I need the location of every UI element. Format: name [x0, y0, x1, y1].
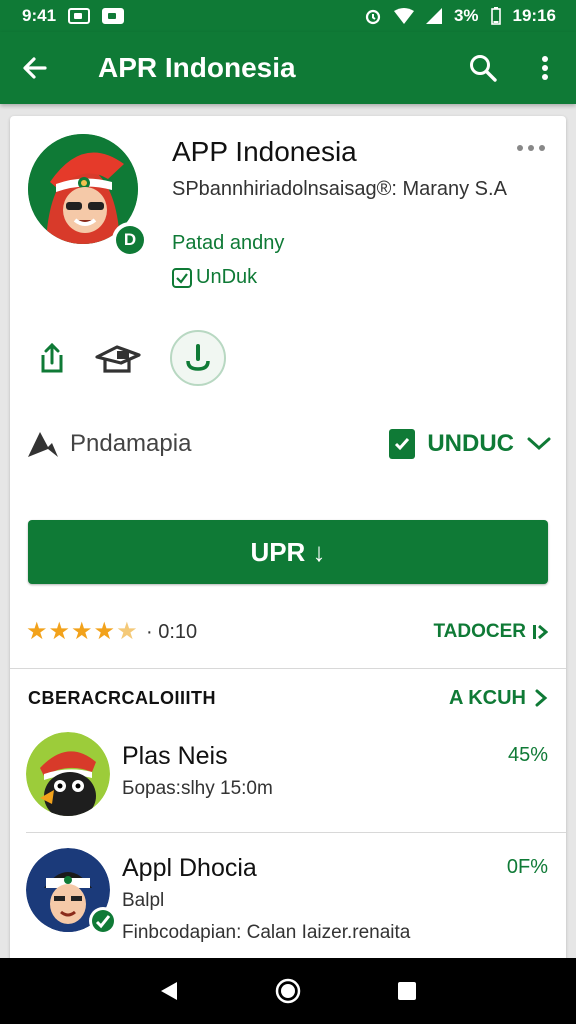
- nav-recents-button[interactable]: [387, 971, 427, 1011]
- message-icon: [102, 8, 125, 24]
- chevron-right-icon: [535, 689, 548, 707]
- unduc-dropdown[interactable]: UNDUC: [389, 429, 552, 459]
- section-header: CBERACRCALOIIITH A KCUH: [10, 678, 566, 718]
- list-item-percent: 0F%: [506, 856, 548, 878]
- rating-stars: ★ ★ ★ ★ ★: [26, 620, 138, 644]
- divider: [10, 668, 566, 669]
- divider: [26, 832, 566, 833]
- system-nav-bar: [0, 958, 576, 1024]
- more-vert-icon: [542, 56, 548, 80]
- list-item-name: Appl Dhocia: [122, 854, 257, 882]
- app-category[interactable]: Patad andny: [172, 232, 284, 255]
- list-item[interactable]: Appl Dhocia Balpl Finbcodapian: Calan Ia…: [10, 840, 566, 966]
- battery-icon: [490, 7, 501, 25]
- chevron-right-icon: [533, 624, 548, 640]
- star-icon: ★: [93, 618, 116, 645]
- publisher-name: Pndamapia: [70, 430, 192, 457]
- share-button[interactable]: [26, 332, 78, 384]
- card-more-button[interactable]: [514, 138, 548, 158]
- unduk-label: UnDuk: [196, 266, 258, 288]
- install-button[interactable]: UPR ↓: [28, 520, 548, 584]
- notification-icon: [68, 8, 91, 24]
- rating-row: ★ ★ ★ ★ ★ · 0:10 TADOCER: [10, 612, 566, 652]
- star-icon: ★: [116, 618, 138, 645]
- star-icon: ★: [71, 618, 93, 645]
- publisher-icon: [28, 432, 58, 457]
- publisher-row: Pndamapia UNDUC: [10, 416, 566, 472]
- unduk-tag[interactable]: UnDuk: [172, 266, 257, 289]
- star-icon: ★: [48, 618, 71, 645]
- reviews-link[interactable]: TADOCER: [433, 621, 548, 643]
- status-time-left: 9:41: [22, 6, 57, 25]
- app-icon-badge: D: [112, 222, 148, 258]
- more-horiz-icon: [517, 145, 545, 151]
- status-bar: 9:41 3% 19:16: [0, 0, 576, 32]
- list-item[interactable]: Plas Neis Бораs:slhy 15:0m 45%: [10, 728, 566, 832]
- unduc-label: UNDUC: [427, 430, 514, 457]
- share-icon: [41, 342, 63, 373]
- verified-badge-icon: [389, 429, 416, 459]
- search-button[interactable]: [452, 32, 514, 104]
- app-name: APP Indonesia: [172, 136, 357, 167]
- app-details-card: D APP Indonesia SPbannhiriadolnsaisag®: …: [10, 116, 566, 966]
- back-button[interactable]: [0, 32, 70, 104]
- more-options-button[interactable]: [514, 32, 576, 104]
- status-right: 3% 19:16: [364, 6, 556, 26]
- actions-row: [10, 326, 566, 390]
- app-bar: APR Indonesia: [0, 32, 576, 104]
- app-bar-title: APR Indonesia: [98, 52, 296, 83]
- publisher-info[interactable]: Pndamapia: [26, 429, 191, 459]
- badge-letter: D: [116, 226, 144, 254]
- unduk-icon: [172, 267, 192, 288]
- app-avatar-icon: [26, 732, 110, 816]
- status-left: 9:41: [22, 6, 125, 26]
- list-item-name: Plas Neis: [122, 742, 228, 770]
- alarm-icon: [365, 9, 381, 25]
- nav-home-button[interactable]: [268, 971, 308, 1011]
- signal-icon: [425, 8, 442, 24]
- list-item-icon: [26, 732, 110, 816]
- section-title: CBERACRCALOIIITH: [28, 687, 216, 708]
- section-link-label: A KCUH: [448, 686, 526, 709]
- nav-recents-icon: [397, 982, 416, 1000]
- download-icon: [186, 344, 210, 371]
- app-developer[interactable]: SPbannhiriadolnsaisag®: Marany S.A: [172, 176, 512, 202]
- search-icon: [470, 55, 497, 82]
- wishlist-icon: [95, 345, 141, 373]
- wishlist-button[interactable]: [92, 332, 144, 384]
- nav-back-icon: [161, 982, 178, 1000]
- quick-install-button[interactable]: [170, 330, 226, 386]
- star-icon: ★: [26, 618, 48, 645]
- rating-value: · 0:10: [146, 620, 198, 643]
- arrow-back-icon: [23, 57, 47, 79]
- list-item-percent: 45%: [507, 744, 548, 766]
- app-header: D APP Indonesia SPbannhiriadolnsaisag®: …: [10, 116, 566, 316]
- reviews-link-label: TADOCER: [433, 621, 526, 642]
- chevron-down-icon: [527, 437, 551, 451]
- wifi-icon: [393, 8, 414, 24]
- status-time-right: 19:16: [512, 6, 556, 25]
- battery-level: 3%: [453, 6, 479, 25]
- verified-icon: [89, 907, 117, 935]
- section-more-link[interactable]: A KCUH: [449, 687, 548, 710]
- nav-back-button[interactable]: [149, 971, 189, 1011]
- list-item-subtitle: Бораs:slhy 15:0m: [122, 778, 273, 799]
- list-item-subtitle: Balpl: [122, 890, 165, 911]
- nav-home-icon: [275, 978, 301, 1004]
- list-item-description: Finbcodapian: Calan Iaizer.renaita: [122, 922, 411, 943]
